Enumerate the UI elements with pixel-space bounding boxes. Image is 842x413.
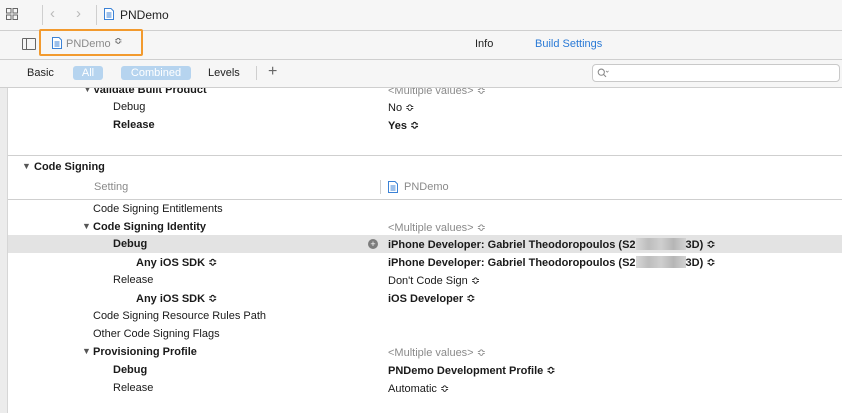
setting-name: Validate Built Product	[93, 88, 207, 96]
chevron-updown-icon[interactable]: ≎	[114, 36, 122, 47]
config-label: Release	[113, 382, 154, 394]
grid-icon[interactable]	[6, 8, 18, 20]
config-label: Debug	[113, 238, 148, 250]
setting-row[interactable]: Code Signing Resource Rules Path	[8, 307, 842, 325]
tab-build-settings[interactable]: Build Settings	[535, 38, 602, 50]
back-button[interactable]: ‹	[50, 6, 55, 22]
setting-value[interactable]: Automatic ≎	[388, 382, 449, 395]
breadcrumb-project[interactable]: PNDemo	[120, 8, 169, 22]
project-file-icon	[388, 181, 398, 193]
divider	[96, 5, 97, 25]
setting-value[interactable]: <Multiple values> ≎	[388, 221, 486, 234]
setting-row[interactable]: Other Code Signing Flags	[8, 325, 842, 343]
setting-value[interactable]: Don't Code Sign ≎	[388, 274, 480, 287]
column-setting: Setting	[94, 181, 129, 193]
setting-value[interactable]: iPhone Developer: Gabriel Theodoropoulos…	[388, 256, 716, 269]
disclosure-triangle-icon[interactable]: ▼	[82, 221, 91, 231]
setting-row[interactable]: Debug PNDemo Development Profile ≎	[8, 361, 842, 379]
setting-row[interactable]: ▼ Provisioning Profile <Multiple values>…	[8, 343, 842, 361]
setting-value[interactable]: Yes ≎	[388, 119, 419, 132]
tab-info[interactable]: Info	[475, 38, 493, 50]
setting-row[interactable]: Release Automatic ≎	[8, 379, 842, 397]
search-input[interactable]	[592, 64, 840, 82]
section-header[interactable]: ▼ Code Signing	[8, 158, 842, 176]
setting-name: Code Signing Resource Rules Path	[93, 310, 267, 322]
setting-row-selected[interactable]: Debug + iPhone Developer: Gabriel Theodo…	[8, 235, 842, 253]
sdk-condition[interactable]: Any iOS SDK ≎	[136, 256, 217, 269]
filter-levels[interactable]: Levels	[208, 67, 240, 79]
sdk-condition[interactable]: Any iOS SDK ≎	[136, 292, 217, 305]
redacted-text	[635, 256, 686, 268]
disclosure-triangle-icon[interactable]: ▼	[22, 161, 31, 171]
config-label: Debug	[113, 101, 146, 113]
setting-name: Other Code Signing Flags	[93, 328, 220, 340]
left-gutter	[0, 88, 8, 413]
section-divider	[8, 155, 842, 156]
setting-row[interactable]: Release Yes ≎	[8, 116, 842, 134]
setting-value[interactable]: iOS Developer ≎	[388, 292, 475, 305]
setting-row[interactable]: ▼ Code Signing Identity <Multiple values…	[8, 218, 842, 236]
filter-combined[interactable]: Combined	[121, 66, 191, 80]
jump-bar: ‹ › PNDemo	[0, 0, 842, 31]
setting-row[interactable]: Release Don't Code Sign ≎	[8, 271, 842, 289]
setting-row[interactable]: Code Signing Entitlements	[8, 200, 842, 218]
project-file-icon	[104, 8, 114, 20]
build-settings-table: ▼ Validate Built Product <Multiple value…	[0, 88, 842, 413]
setting-value[interactable]: iPhone Developer: Gabriel Theodoropoulos…	[388, 238, 716, 251]
setting-name: Code Signing Entitlements	[93, 203, 223, 215]
setting-row[interactable]: Debug No ≎	[8, 98, 842, 116]
config-label: Release	[113, 274, 154, 286]
target-selector[interactable]: PNDemo	[66, 38, 111, 50]
config-label: Debug	[113, 364, 148, 376]
sidebar-toggle-icon[interactable]	[22, 38, 36, 50]
setting-value[interactable]: <Multiple values> ≎	[388, 88, 486, 97]
filter-basic[interactable]: Basic	[27, 67, 54, 79]
divider	[256, 66, 257, 80]
setting-value[interactable]: <Multiple values> ≎	[388, 346, 486, 359]
search-icon	[597, 68, 609, 78]
setting-name: Code Signing Identity	[93, 221, 207, 233]
config-label: Release	[113, 119, 155, 131]
disclosure-triangle-icon[interactable]: ▼	[83, 88, 92, 94]
setting-value[interactable]: No ≎	[388, 101, 414, 114]
column-target: PNDemo	[404, 181, 449, 193]
add-setting-button[interactable]: +	[268, 63, 277, 81]
setting-value[interactable]: PNDemo Development Profile ≎	[388, 364, 556, 377]
setting-row[interactable]: Any iOS SDK ≎ iOS Developer ≎	[8, 289, 842, 307]
section-title: Code Signing	[34, 161, 105, 173]
column-header: Setting PNDemo	[8, 178, 842, 196]
setting-name: Provisioning Profile	[93, 346, 197, 358]
forward-button[interactable]: ›	[76, 6, 81, 22]
filter-all[interactable]: All	[73, 66, 103, 80]
divider	[380, 180, 381, 194]
add-condition-icon[interactable]: +	[368, 239, 378, 249]
setting-row[interactable]: Any iOS SDK ≎ iPhone Developer: Gabriel …	[8, 253, 842, 271]
disclosure-triangle-icon[interactable]: ▼	[82, 346, 91, 356]
project-file-icon	[52, 37, 62, 49]
redacted-text	[635, 238, 686, 250]
divider	[42, 5, 43, 25]
